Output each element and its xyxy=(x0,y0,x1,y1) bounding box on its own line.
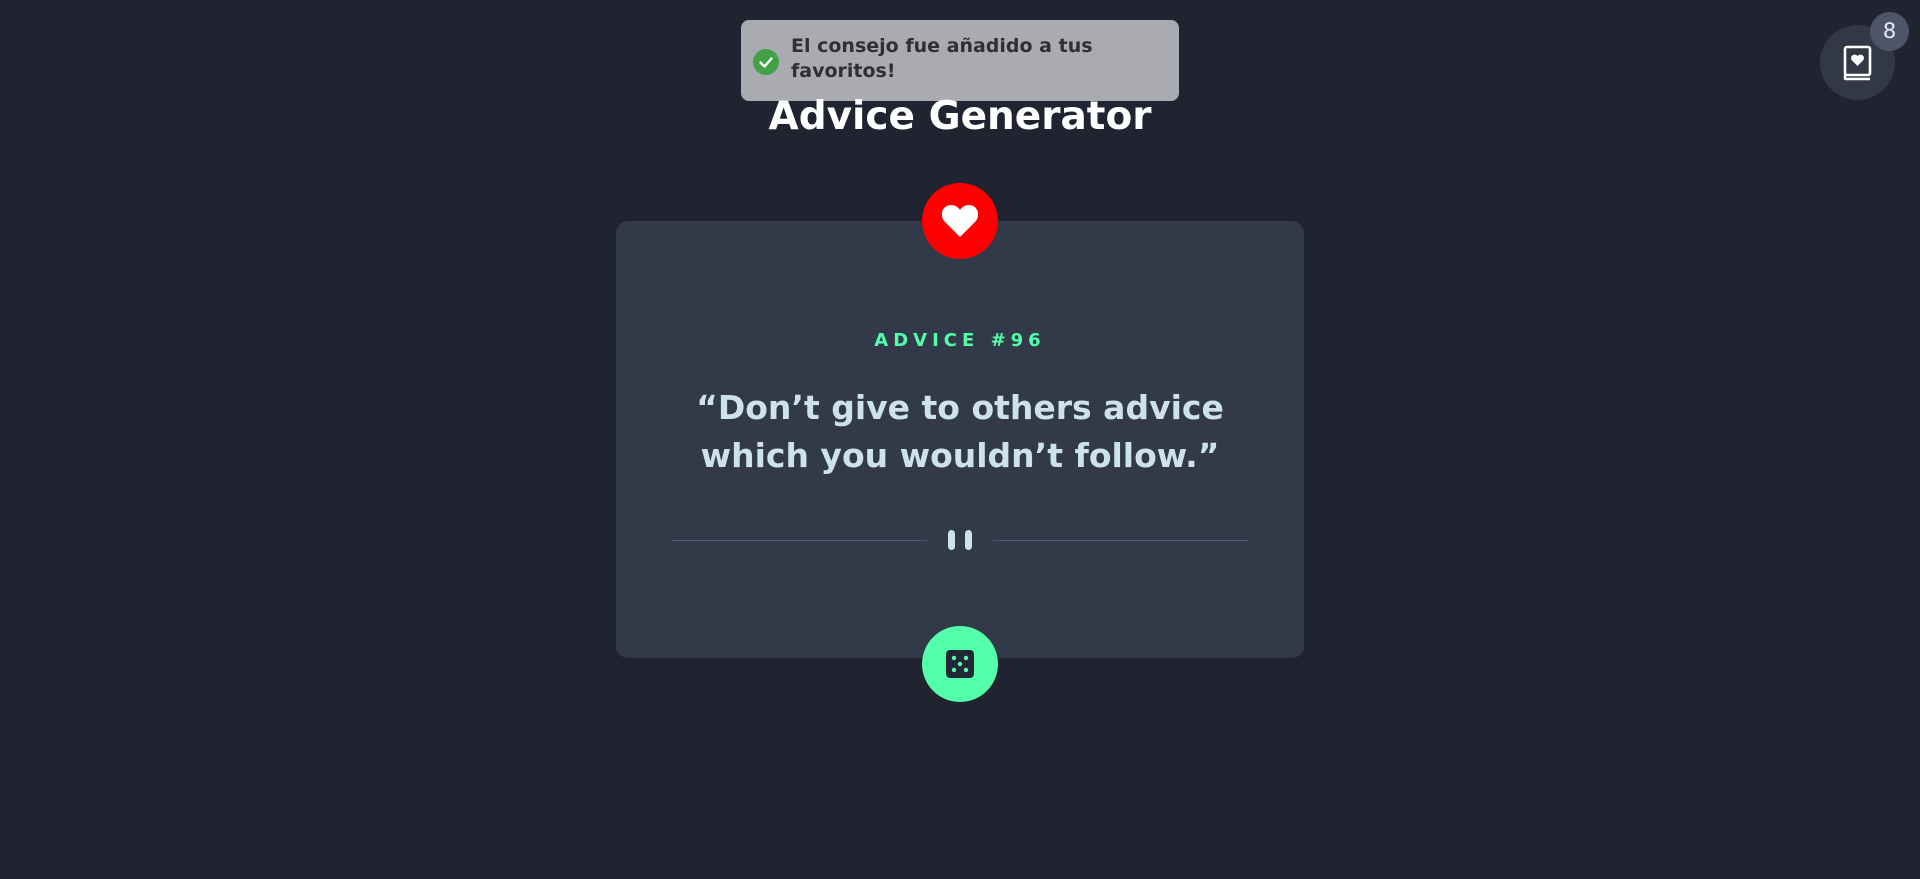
pattern-divider xyxy=(672,525,1248,555)
toast-message: El consejo fue añadido a tus favoritos! xyxy=(791,35,1093,82)
page: El consejo fue añadido a tus favoritos! … xyxy=(0,0,1920,879)
dice-icon xyxy=(946,650,974,678)
add-favorite-button[interactable] xyxy=(922,183,998,259)
advice-number: ADVICE #96 xyxy=(874,330,1046,351)
pause-icon xyxy=(948,530,972,550)
advice-text: “Don’t give to others advice which you w… xyxy=(696,388,1224,475)
success-toast: El consejo fue añadido a tus favoritos! xyxy=(741,20,1179,101)
divider-line-left xyxy=(672,540,927,541)
check-circle-icon xyxy=(753,49,779,75)
heart-icon xyxy=(941,205,979,237)
generate-advice-button[interactable] xyxy=(922,626,998,702)
favorites-count-badge: 8 xyxy=(1870,12,1909,51)
page-title: Advice Generator xyxy=(768,94,1152,139)
favorites-book-icon xyxy=(1843,45,1871,80)
divider-line-right xyxy=(993,540,1248,541)
